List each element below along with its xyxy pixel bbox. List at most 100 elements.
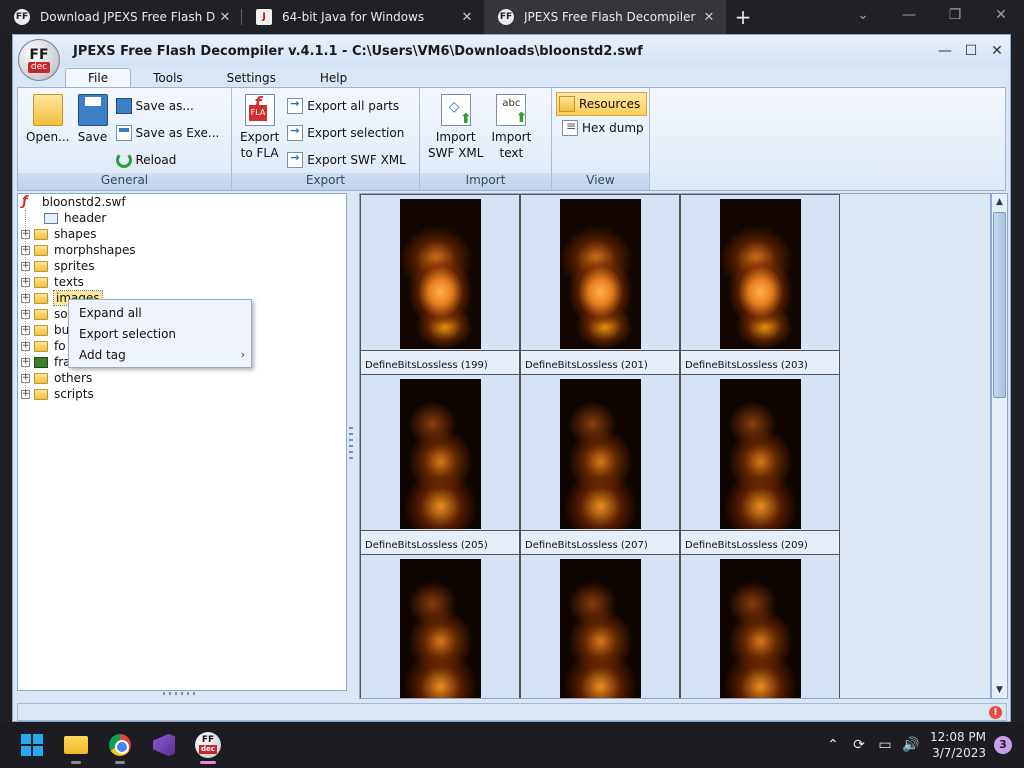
image-caption: DefineBitsLossless (207)	[521, 530, 679, 555]
network-icon[interactable]: ▭	[872, 737, 898, 753]
error-icon[interactable]: !	[989, 706, 1002, 719]
menu-item-add-tag[interactable]: Add tag ›	[69, 344, 251, 365]
reload-icon	[115, 151, 132, 168]
import-text-label-2: text	[499, 146, 524, 160]
image-tile[interactable]	[360, 554, 520, 698]
start-button[interactable]	[12, 725, 52, 765]
tab-help[interactable]: Help	[298, 69, 369, 87]
tree-item-others[interactable]: + others	[18, 370, 346, 386]
app-close-button[interactable]: ✕	[984, 43, 1010, 59]
tab-settings[interactable]: Settings	[205, 69, 298, 87]
image-tile[interactable]: DefineBitsLossless (199)	[360, 194, 520, 375]
expand-icon[interactable]: +	[21, 325, 30, 335]
folder-icon	[34, 308, 48, 320]
tray-chevron-icon[interactable]: ⌃	[820, 737, 846, 753]
tree-item-label: fo	[54, 339, 66, 353]
abc-label: abc	[502, 98, 521, 109]
app-minimize-button[interactable]: —	[932, 43, 958, 59]
folder-icon	[34, 292, 48, 304]
tree-item-shapes[interactable]: + shapes	[18, 226, 346, 242]
export-selection-button[interactable]: Export selection	[287, 121, 406, 145]
close-window-button[interactable]: ✕	[978, 0, 1024, 30]
tab-search-icon[interactable]: ⌄	[840, 0, 886, 30]
scrollbar-thumb[interactable]	[993, 212, 1006, 398]
save-as-exe-label: Save as Exe...	[135, 125, 220, 140]
expand-icon[interactable]: +	[21, 261, 30, 271]
sync-icon[interactable]: ⟳	[846, 737, 872, 753]
close-tab-icon[interactable]: ✕	[700, 10, 718, 25]
expand-icon[interactable]: +	[21, 293, 30, 303]
export-selection-icon	[287, 124, 304, 141]
open-button[interactable]: Open...	[22, 92, 74, 173]
ffdec-favicon-icon: FF	[14, 9, 30, 25]
file-explorer-button[interactable]	[56, 725, 96, 765]
browser-tab-1[interactable]: FF Download JPEXS Free Flash Deco ✕	[0, 0, 242, 34]
tree-item-label: bu	[54, 323, 70, 337]
close-tab-icon[interactable]: ✕	[458, 10, 476, 25]
expand-icon[interactable]: +	[21, 357, 30, 367]
hex-dump-button[interactable]: Hex dump	[556, 116, 647, 140]
image-tile[interactable]: DefineBitsLossless (205)	[360, 374, 520, 555]
new-tab-button[interactable]: +	[726, 0, 760, 34]
menu-item-expand-all[interactable]: Expand all	[69, 302, 251, 323]
import-text-button[interactable]: abc ⬆ Import text	[487, 92, 535, 173]
expand-icon[interactable]: +	[21, 389, 30, 399]
browser-tab-2[interactable]: J 64-bit Java for Windows ✕	[242, 0, 484, 34]
browser-tab-3[interactable]: FF JPEXS Free Flash Decompiler - De ✕	[484, 0, 726, 34]
image-tile[interactable]	[680, 554, 840, 698]
tab-tools[interactable]: Tools	[131, 69, 205, 87]
expand-icon[interactable]: +	[21, 245, 30, 255]
export-swf-xml-button[interactable]: Export SWF XML	[287, 148, 406, 172]
image-tile[interactable]: DefineBitsLossless (209)	[680, 374, 840, 555]
scroll-down-icon[interactable]: ▼	[992, 682, 1007, 698]
visual-studio-button[interactable]	[144, 725, 184, 765]
running-indicator	[115, 761, 125, 764]
volume-icon[interactable]: 🔊	[898, 737, 924, 753]
tree-item-header[interactable]: header	[18, 210, 346, 226]
tree-resize-handle[interactable]	[163, 692, 195, 695]
close-tab-icon[interactable]: ✕	[216, 10, 234, 25]
grid-scrollbar[interactable]: ▲ ▼	[991, 193, 1008, 699]
taskbar: FF dec ⌃ ⟳ ▭ 🔊 12:08 PM 3/7/2023 3	[0, 722, 1024, 768]
expand-icon[interactable]: +	[21, 341, 30, 351]
hex-dump-icon	[562, 119, 578, 136]
expand-icon[interactable]: +	[21, 309, 30, 319]
resource-tree: ƒ bloonstd2.swf header + shapes + morphs…	[17, 193, 347, 691]
tree-item-scripts[interactable]: + scripts	[18, 386, 346, 402]
reload-button[interactable]: Reload	[115, 148, 220, 172]
save-as-button[interactable]: Save as...	[115, 94, 220, 118]
clock[interactable]: 12:08 PM 3/7/2023	[930, 729, 986, 761]
export-to-fla-button[interactable]: Export to FLA	[236, 92, 283, 173]
logo-subtext: dec	[27, 61, 51, 73]
expand-icon[interactable]: +	[21, 277, 30, 287]
tree-item-label: scripts	[54, 387, 94, 401]
app-maximize-button[interactable]: ☐	[958, 43, 984, 59]
ribbon-group-view: Resources Hex dump View	[552, 88, 650, 190]
tree-item-texts[interactable]: + texts	[18, 274, 346, 290]
export-all-parts-button[interactable]: Export all parts	[287, 94, 406, 118]
chrome-button[interactable]	[100, 725, 140, 765]
import-swf-xml-button[interactable]: ⬆ Import SWF XML	[424, 92, 487, 173]
scroll-up-icon[interactable]: ▲	[992, 194, 1007, 210]
image-tile[interactable]: DefineBitsLossless (201)	[520, 194, 680, 375]
resources-button[interactable]: Resources	[556, 92, 648, 116]
save-as-exe-button[interactable]: Save as Exe...	[115, 121, 220, 145]
tree-root[interactable]: ƒ bloonstd2.swf	[18, 194, 346, 210]
tab-file[interactable]: File	[65, 68, 132, 87]
expand-icon[interactable]: +	[21, 229, 30, 239]
notification-badge[interactable]: 3	[994, 736, 1012, 754]
save-button[interactable]: Save	[74, 92, 112, 173]
tree-item-morphshapes[interactable]: + morphshapes	[18, 242, 346, 258]
ffdec-taskbar-button[interactable]: FF dec	[188, 725, 228, 765]
image-tile[interactable]	[520, 554, 680, 698]
tree-item-sprites[interactable]: + sprites	[18, 258, 346, 274]
app-logo-icon[interactable]: FF dec	[18, 39, 60, 81]
restore-button[interactable]: ❐	[932, 0, 978, 30]
expand-icon[interactable]: +	[21, 373, 30, 383]
pane-splitter-handle[interactable]	[349, 427, 353, 461]
import-text-label-1: Import	[491, 130, 532, 144]
image-tile[interactable]: DefineBitsLossless (203)	[680, 194, 840, 375]
image-tile[interactable]: DefineBitsLossless (207)	[520, 374, 680, 555]
minimize-button[interactable]: —	[886, 0, 932, 30]
menu-item-export-selection[interactable]: Export selection	[69, 323, 251, 344]
